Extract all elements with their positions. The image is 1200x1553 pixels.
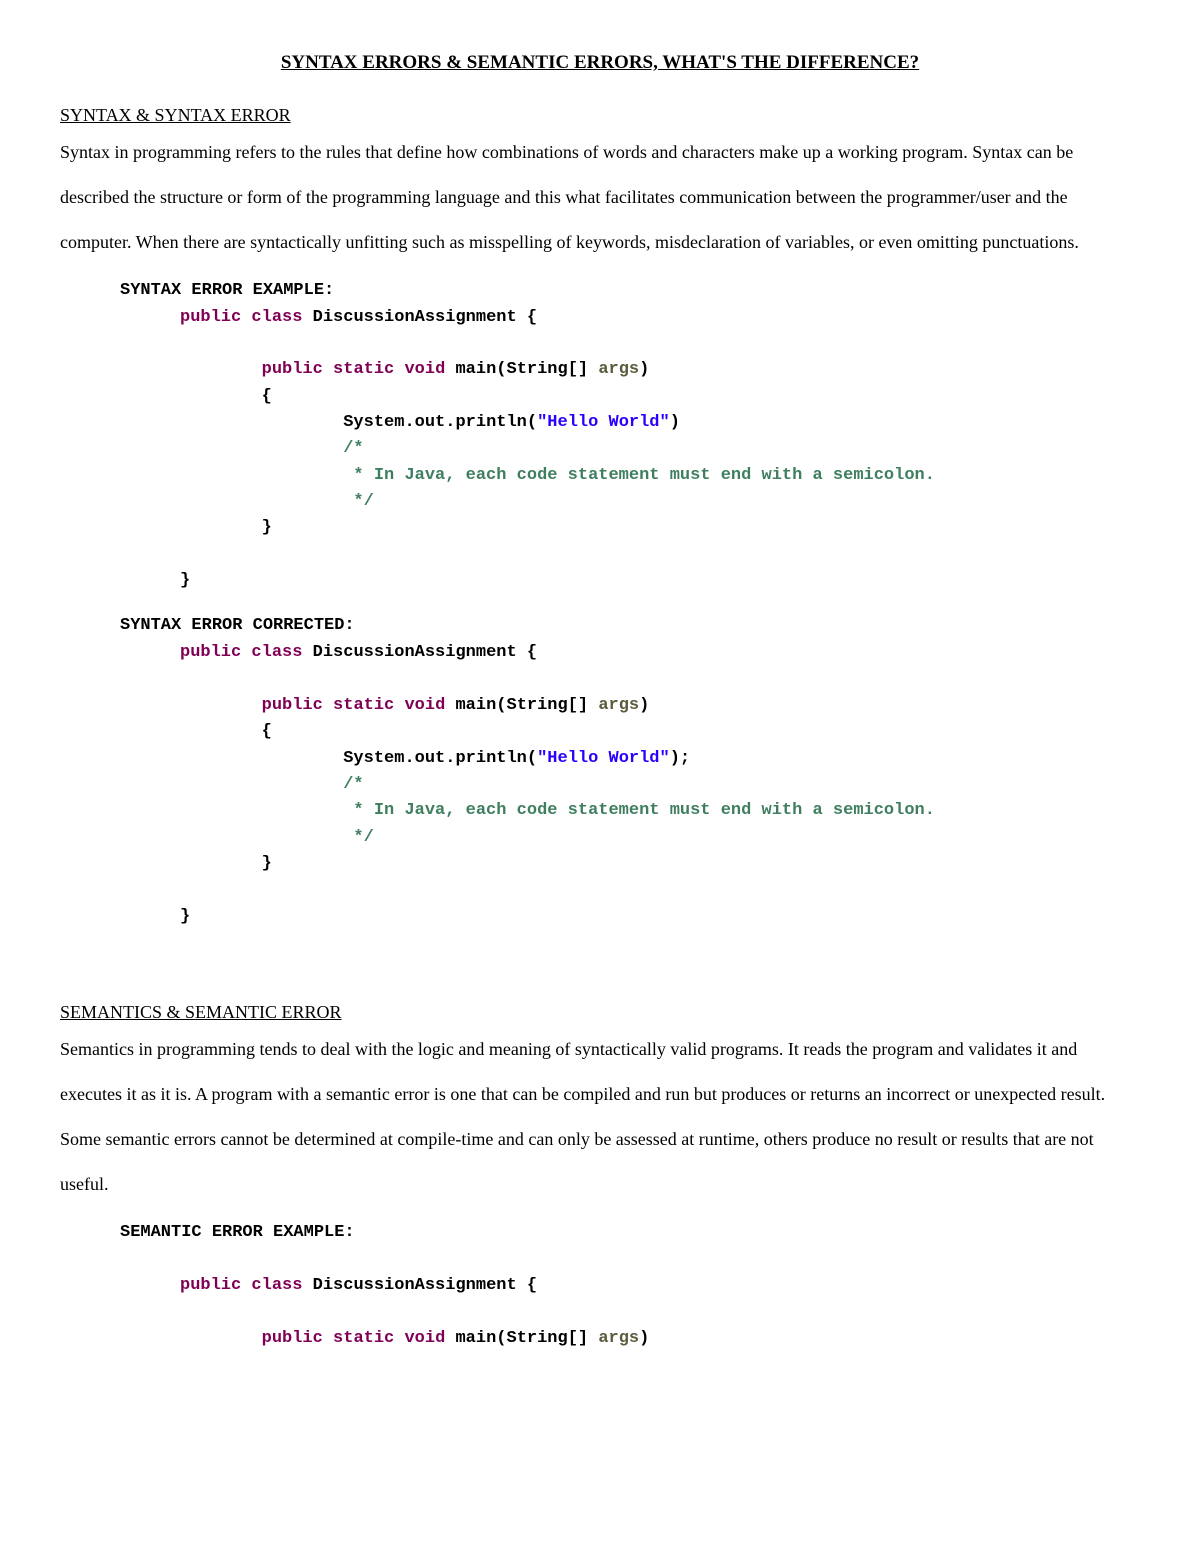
sys: System: [343, 413, 404, 432]
syntax-heading: SYNTAX & SYNTAX ERROR: [60, 103, 1140, 128]
cmt-open-c: /*: [343, 775, 363, 794]
kw-static: static: [333, 360, 394, 379]
kw-public2-c: public: [262, 696, 323, 715]
str-hello: "Hello World": [537, 413, 670, 432]
type-string: String: [507, 360, 568, 379]
kw-class-s: class: [251, 1276, 302, 1295]
kw-class-c: class: [251, 643, 302, 662]
syntax-corrected-code: public class DiscussionAssignment { publ…: [180, 640, 1140, 930]
semantics-heading: SEMANTICS & SEMANTIC ERROR: [60, 1000, 1140, 1025]
kw-static-c: static: [333, 696, 394, 715]
classname-c: DiscussionAssignment: [313, 643, 517, 662]
kw-public2-s: public: [262, 1329, 323, 1348]
fn-main: main: [455, 360, 496, 379]
str-hello-c: "Hello World": [537, 749, 670, 768]
cmt-line-c: * In Java, each code statement must end …: [343, 801, 935, 820]
classname: DiscussionAssignment: [313, 308, 517, 327]
kw-void: void: [404, 360, 445, 379]
println: println: [455, 413, 526, 432]
type-string-s: String: [507, 1329, 568, 1348]
syntax-error-code: public class DiscussionAssignment { publ…: [180, 305, 1140, 595]
kw-static-s: static: [333, 1329, 394, 1348]
var-args: args: [598, 360, 639, 379]
type-string-c: String: [507, 696, 568, 715]
kw-void-c: void: [404, 696, 445, 715]
fn-main-c: main: [455, 696, 496, 715]
kw-public2: public: [262, 360, 323, 379]
classname-s: DiscussionAssignment: [313, 1276, 517, 1295]
cmt-close: */: [343, 492, 374, 511]
kw-class: class: [251, 308, 302, 327]
var-args-c: args: [598, 696, 639, 715]
cmt-line: * In Java, each code statement must end …: [343, 466, 935, 485]
kw-public: public: [180, 308, 241, 327]
semantic-example-heading: SEMANTIC ERROR EXAMPLE:: [120, 1221, 1140, 1245]
cmt-open: /*: [343, 439, 363, 458]
println-c: println: [455, 749, 526, 768]
semantics-body: Semantics in programming tends to deal w…: [60, 1027, 1140, 1207]
fn-main-s: main: [455, 1329, 496, 1348]
sys-c: System: [343, 749, 404, 768]
semantic-error-code: public class DiscussionAssignment { publ…: [180, 1247, 1140, 1352]
kw-public-c: public: [180, 643, 241, 662]
out: out: [415, 413, 446, 432]
syntax-example-heading: SYNTAX ERROR EXAMPLE:: [120, 279, 1140, 303]
out-c: out: [415, 749, 446, 768]
kw-public-s: public: [180, 1276, 241, 1295]
page-title: SYNTAX ERRORS & SEMANTIC ERRORS, WHAT'S …: [60, 50, 1140, 77]
var-args-s: args: [598, 1329, 639, 1348]
kw-void-s: void: [404, 1329, 445, 1348]
cmt-close-c: */: [343, 828, 374, 847]
syntax-body: Syntax in programming refers to the rule…: [60, 130, 1140, 265]
syntax-corrected-heading: SYNTAX ERROR CORRECTED:: [120, 614, 1140, 638]
